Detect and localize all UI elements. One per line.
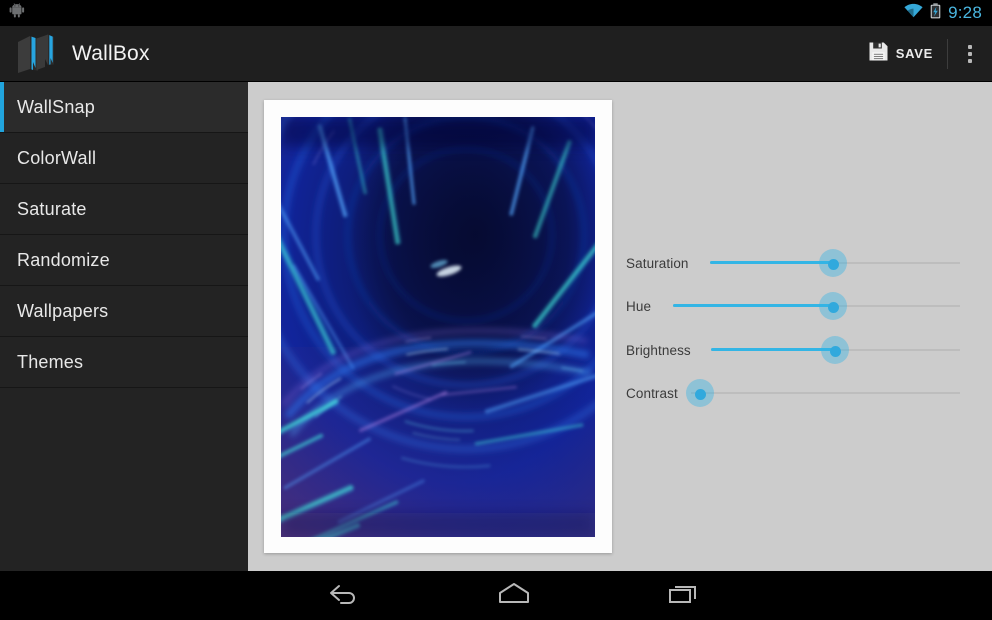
- slider-track-fill: [673, 304, 833, 307]
- sidebar-item-label: Randomize: [17, 249, 110, 270]
- slider-label-brightness: Brightness: [626, 342, 691, 358]
- android-robot-icon: [9, 3, 29, 23]
- slider-saturation[interactable]: [710, 249, 960, 277]
- sidebar-item-saturate[interactable]: Saturate: [0, 184, 248, 235]
- slider-thumb-saturation[interactable]: [827, 258, 839, 270]
- slider-track-fill: [711, 348, 835, 351]
- wallpaper-preview-card[interactable]: [264, 100, 612, 553]
- slider-track-background: [691, 392, 960, 394]
- slider-row-contrast: Contrast: [626, 380, 678, 406]
- wifi-icon: [904, 3, 923, 23]
- back-arrow-icon: [327, 581, 361, 610]
- wallpaper-preview-image: [281, 117, 595, 537]
- slider-brightness[interactable]: [711, 336, 960, 364]
- sidebar-item-label: ColorWall: [17, 147, 97, 168]
- action-bar: WallBox SAVE: [0, 26, 992, 82]
- sidebar-item-label: Saturate: [17, 198, 87, 219]
- sidebar-item-wallsnap[interactable]: WallSnap: [0, 82, 248, 133]
- wallbox-logo-icon: [14, 33, 60, 75]
- slider-label-contrast: Contrast: [626, 385, 678, 401]
- nav-recents-button[interactable]: [624, 571, 744, 620]
- app-title: WallBox: [72, 41, 150, 65]
- nav-back-button[interactable]: [284, 571, 404, 620]
- save-button-label: SAVE: [895, 46, 933, 61]
- content-area: Saturation Hue Brightness Contrast: [248, 82, 992, 571]
- status-bar-system-icons: 9:28: [904, 2, 992, 24]
- android-navigation-bar: [0, 571, 992, 620]
- sidebar-nav: WallSnap ColorWall Saturate Randomize Wa…: [0, 82, 248, 571]
- save-button[interactable]: SAVE: [856, 26, 947, 81]
- sidebar-item-label: WallSnap: [17, 96, 95, 117]
- nav-home-button[interactable]: [454, 571, 574, 620]
- action-bar-actions: SAVE: [856, 26, 992, 81]
- recent-apps-icon: [667, 581, 701, 610]
- sidebar-item-label: Wallpapers: [17, 300, 109, 321]
- slider-row-saturation: Saturation: [626, 250, 689, 276]
- slider-thumb-brightness[interactable]: [829, 345, 841, 357]
- android-tablet-screen: 9:28 WallBox SAVE WallSnap ColorWall Sat…: [0, 0, 992, 620]
- sidebar-item-wallpapers[interactable]: Wallpapers: [0, 286, 248, 337]
- status-bar: 9:28: [0, 0, 992, 26]
- slider-label-saturation: Saturation: [626, 255, 689, 271]
- slider-thumb-contrast[interactable]: [694, 388, 706, 400]
- battery-charging-icon: [930, 2, 941, 24]
- sidebar-item-label: Themes: [17, 351, 84, 372]
- overflow-menu-icon: [968, 44, 972, 63]
- slider-track-fill: [710, 261, 833, 264]
- slider-contrast[interactable]: [686, 379, 960, 407]
- slider-label-hue: Hue: [626, 298, 652, 314]
- sidebar-item-themes[interactable]: Themes: [0, 337, 248, 388]
- overflow-menu-button[interactable]: [948, 26, 992, 81]
- home-icon: [494, 581, 534, 610]
- floppy-save-icon: [868, 41, 889, 67]
- slider-thumb-hue[interactable]: [827, 301, 839, 313]
- status-bar-clock: 9:28: [948, 3, 982, 22]
- sidebar-item-colorwall[interactable]: ColorWall: [0, 133, 248, 184]
- slider-hue[interactable]: [673, 292, 960, 320]
- slider-row-brightness: Brightness: [626, 337, 691, 363]
- status-bar-notifications: [0, 3, 29, 23]
- sidebar-item-randomize[interactable]: Randomize: [0, 235, 248, 286]
- adjustment-sliders: Saturation Hue Brightness Contrast: [626, 82, 992, 571]
- slider-row-hue: Hue: [626, 293, 651, 319]
